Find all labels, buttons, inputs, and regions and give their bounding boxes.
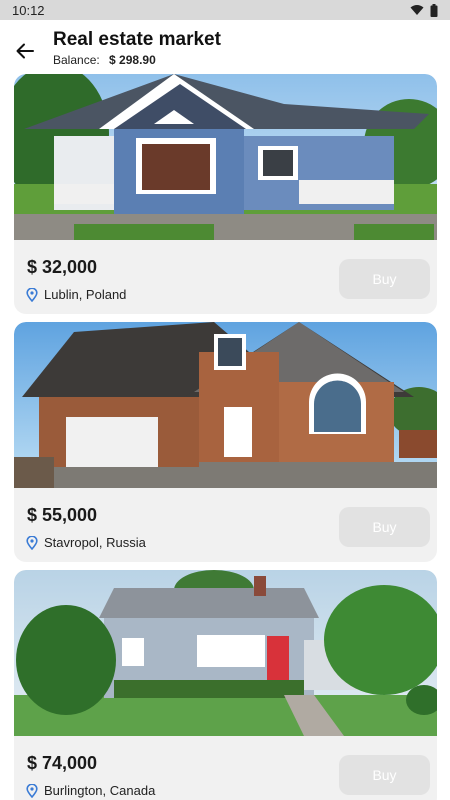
listing-price: $ 55,000 bbox=[27, 505, 98, 525]
listing-location: Stavropol, Russia bbox=[26, 535, 146, 550]
battery-icon bbox=[430, 3, 438, 17]
buy-button[interactable]: Buy bbox=[339, 259, 430, 299]
status-bar: 10:12 bbox=[0, 0, 450, 20]
buy-button[interactable]: Buy bbox=[339, 507, 430, 547]
wifi-icon bbox=[410, 5, 424, 15]
balance-label: Balance: bbox=[53, 53, 100, 67]
status-icons bbox=[410, 3, 438, 17]
app-bar: Real estate market Balance: $ 298.90 bbox=[0, 20, 450, 72]
house-photo bbox=[14, 74, 437, 240]
balance-row: Balance: $ 298.90 bbox=[53, 53, 221, 67]
title-block: Real estate market Balance: $ 298.90 bbox=[53, 28, 221, 67]
listing-card: $ 74,000 Burlington, Canada Buy bbox=[14, 570, 437, 800]
house-photo bbox=[14, 322, 437, 488]
location-pin-icon bbox=[26, 287, 38, 302]
location-label: Lublin, Poland bbox=[44, 287, 127, 302]
location-pin-icon bbox=[26, 535, 38, 550]
location-pin-icon bbox=[26, 783, 38, 798]
location-label: Stavropol, Russia bbox=[44, 535, 146, 550]
balance-value: $ 298.90 bbox=[109, 53, 156, 67]
listing-location: Burlington, Canada bbox=[26, 783, 155, 798]
house-photo bbox=[14, 570, 437, 736]
back-button[interactable] bbox=[10, 36, 40, 66]
listing-list[interactable]: $ 32,000 Lublin, Poland Buy $ 55,000 Sta… bbox=[14, 74, 437, 800]
buy-button[interactable]: Buy bbox=[339, 755, 430, 795]
listing-location: Lublin, Poland bbox=[26, 287, 126, 302]
page-title: Real estate market bbox=[53, 29, 221, 50]
listing-card: $ 55,000 Stavropol, Russia Buy bbox=[14, 322, 437, 562]
listing-price: $ 32,000 bbox=[27, 257, 98, 277]
listing-card: $ 32,000 Lublin, Poland Buy bbox=[14, 74, 437, 314]
listing-price: $ 74,000 bbox=[27, 753, 98, 773]
arrow-left-icon bbox=[16, 43, 34, 59]
location-label: Burlington, Canada bbox=[44, 783, 156, 798]
status-time: 10:12 bbox=[12, 2, 45, 18]
